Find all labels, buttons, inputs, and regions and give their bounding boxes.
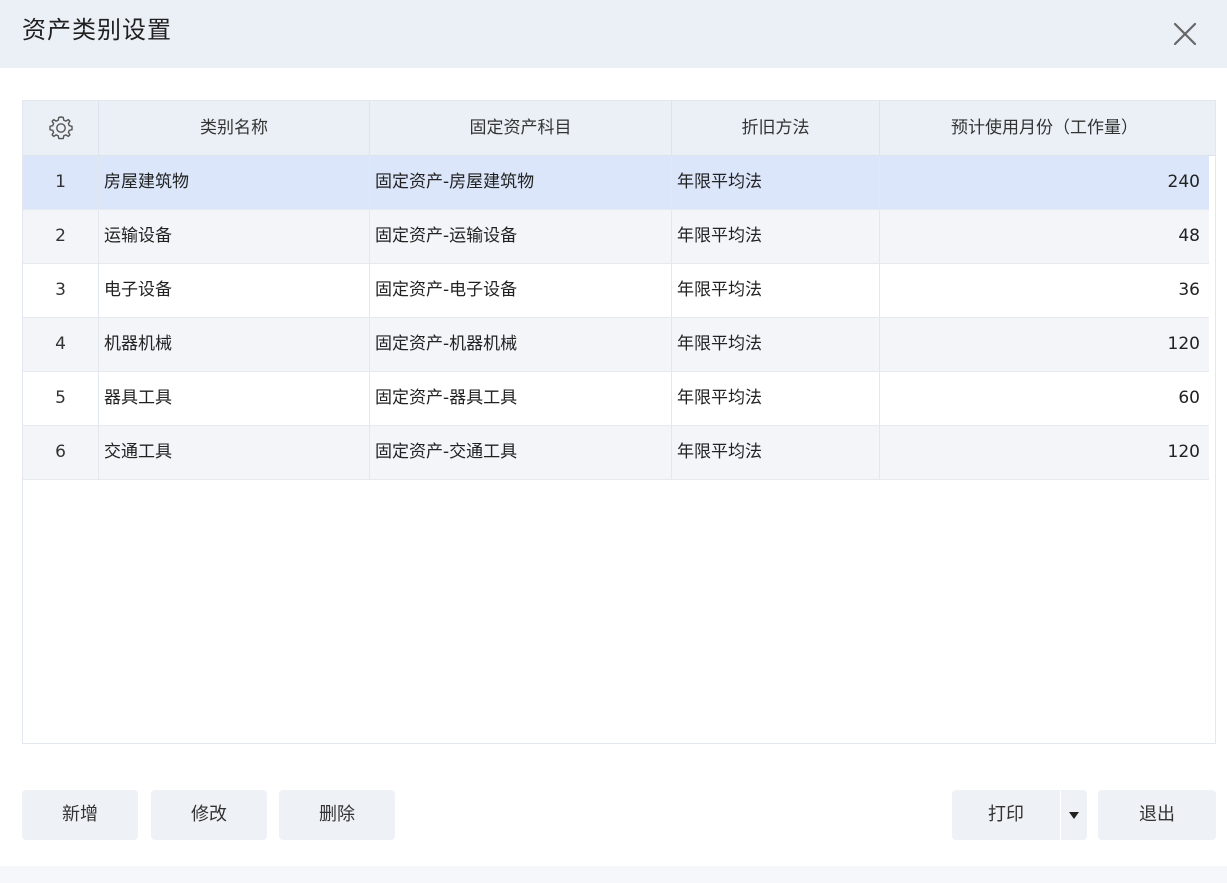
asset-category-dialog: 资产类别设置 类别名称 固定资产科目 折旧方法 预计使用月份（工作量） 1 房屋… <box>0 0 1227 883</box>
row-index: 3 <box>23 264 99 317</box>
cell-asset-account[interactable]: 固定资产-电子设备 <box>370 264 672 317</box>
close-button[interactable] <box>1164 13 1206 55</box>
cell-depreciation-method[interactable]: 年限平均法 <box>672 318 880 371</box>
cell-depreciation-method[interactable]: 年限平均法 <box>672 210 880 263</box>
cell-depreciation-method[interactable]: 年限平均法 <box>672 426 880 479</box>
column-header-name[interactable]: 类别名称 <box>99 101 370 155</box>
table-row[interactable]: 2 运输设备 固定资产-运输设备 年限平均法 48 <box>23 210 1209 264</box>
column-header-method[interactable]: 折旧方法 <box>672 101 880 155</box>
table-row[interactable]: 4 机器机械 固定资产-机器机械 年限平均法 120 <box>23 318 1209 372</box>
column-header-months[interactable]: 预计使用月份（工作量） <box>880 101 1209 155</box>
cell-asset-account[interactable]: 固定资产-房屋建筑物 <box>370 156 672 209</box>
add-button[interactable]: 新增 <box>22 790 138 840</box>
table-row[interactable]: 1 房屋建筑物 固定资产-房屋建筑物 年限平均法 240 <box>23 156 1209 210</box>
row-index: 5 <box>23 372 99 425</box>
row-index: 1 <box>23 156 99 209</box>
cell-expected-months[interactable]: 48 <box>880 210 1209 263</box>
column-settings-button[interactable] <box>23 101 99 155</box>
cell-expected-months[interactable]: 120 <box>880 426 1209 479</box>
row-index: 6 <box>23 426 99 479</box>
cell-category-name[interactable]: 房屋建筑物 <box>99 156 370 209</box>
cell-expected-months[interactable]: 60 <box>880 372 1209 425</box>
print-button[interactable]: 打印 <box>952 790 1060 840</box>
row-index: 4 <box>23 318 99 371</box>
cell-depreciation-method[interactable]: 年限平均法 <box>672 264 880 317</box>
row-index: 2 <box>23 210 99 263</box>
cell-expected-months[interactable]: 240 <box>880 156 1209 209</box>
column-header-account[interactable]: 固定资产科目 <box>370 101 672 155</box>
cell-category-name[interactable]: 交通工具 <box>99 426 370 479</box>
asset-category-table: 类别名称 固定资产科目 折旧方法 预计使用月份（工作量） 1 房屋建筑物 固定资… <box>22 100 1216 744</box>
dialog-bottom-edge <box>0 866 1227 883</box>
title-bar: 资产类别设置 <box>0 0 1227 68</box>
cell-depreciation-method[interactable]: 年限平均法 <box>672 156 880 209</box>
close-icon <box>1173 22 1197 46</box>
dialog-title: 资产类别设置 <box>22 16 172 44</box>
table-row[interactable]: 3 电子设备 固定资产-电子设备 年限平均法 36 <box>23 264 1209 318</box>
cell-asset-account[interactable]: 固定资产-机器机械 <box>370 318 672 371</box>
cell-category-name[interactable]: 机器机械 <box>99 318 370 371</box>
cell-expected-months[interactable]: 36 <box>880 264 1209 317</box>
cell-asset-account[interactable]: 固定资产-器具工具 <box>370 372 672 425</box>
caret-down-icon <box>1069 812 1079 819</box>
exit-button[interactable]: 退出 <box>1098 790 1216 840</box>
table-row[interactable]: 5 器具工具 固定资产-器具工具 年限平均法 60 <box>23 372 1209 426</box>
cell-depreciation-method[interactable]: 年限平均法 <box>672 372 880 425</box>
print-menu-button[interactable] <box>1061 790 1087 840</box>
table-row[interactable]: 6 交通工具 固定资产-交通工具 年限平均法 120 <box>23 426 1209 480</box>
table-header: 类别名称 固定资产科目 折旧方法 预计使用月份（工作量） <box>23 101 1215 156</box>
cell-expected-months[interactable]: 120 <box>880 318 1209 371</box>
delete-button[interactable]: 删除 <box>279 790 395 840</box>
cell-category-name[interactable]: 电子设备 <box>99 264 370 317</box>
edit-button[interactable]: 修改 <box>151 790 267 840</box>
cell-asset-account[interactable]: 固定资产-交通工具 <box>370 426 672 479</box>
gear-icon <box>48 116 73 140</box>
cell-category-name[interactable]: 器具工具 <box>99 372 370 425</box>
cell-category-name[interactable]: 运输设备 <box>99 210 370 263</box>
cell-asset-account[interactable]: 固定资产-运输设备 <box>370 210 672 263</box>
